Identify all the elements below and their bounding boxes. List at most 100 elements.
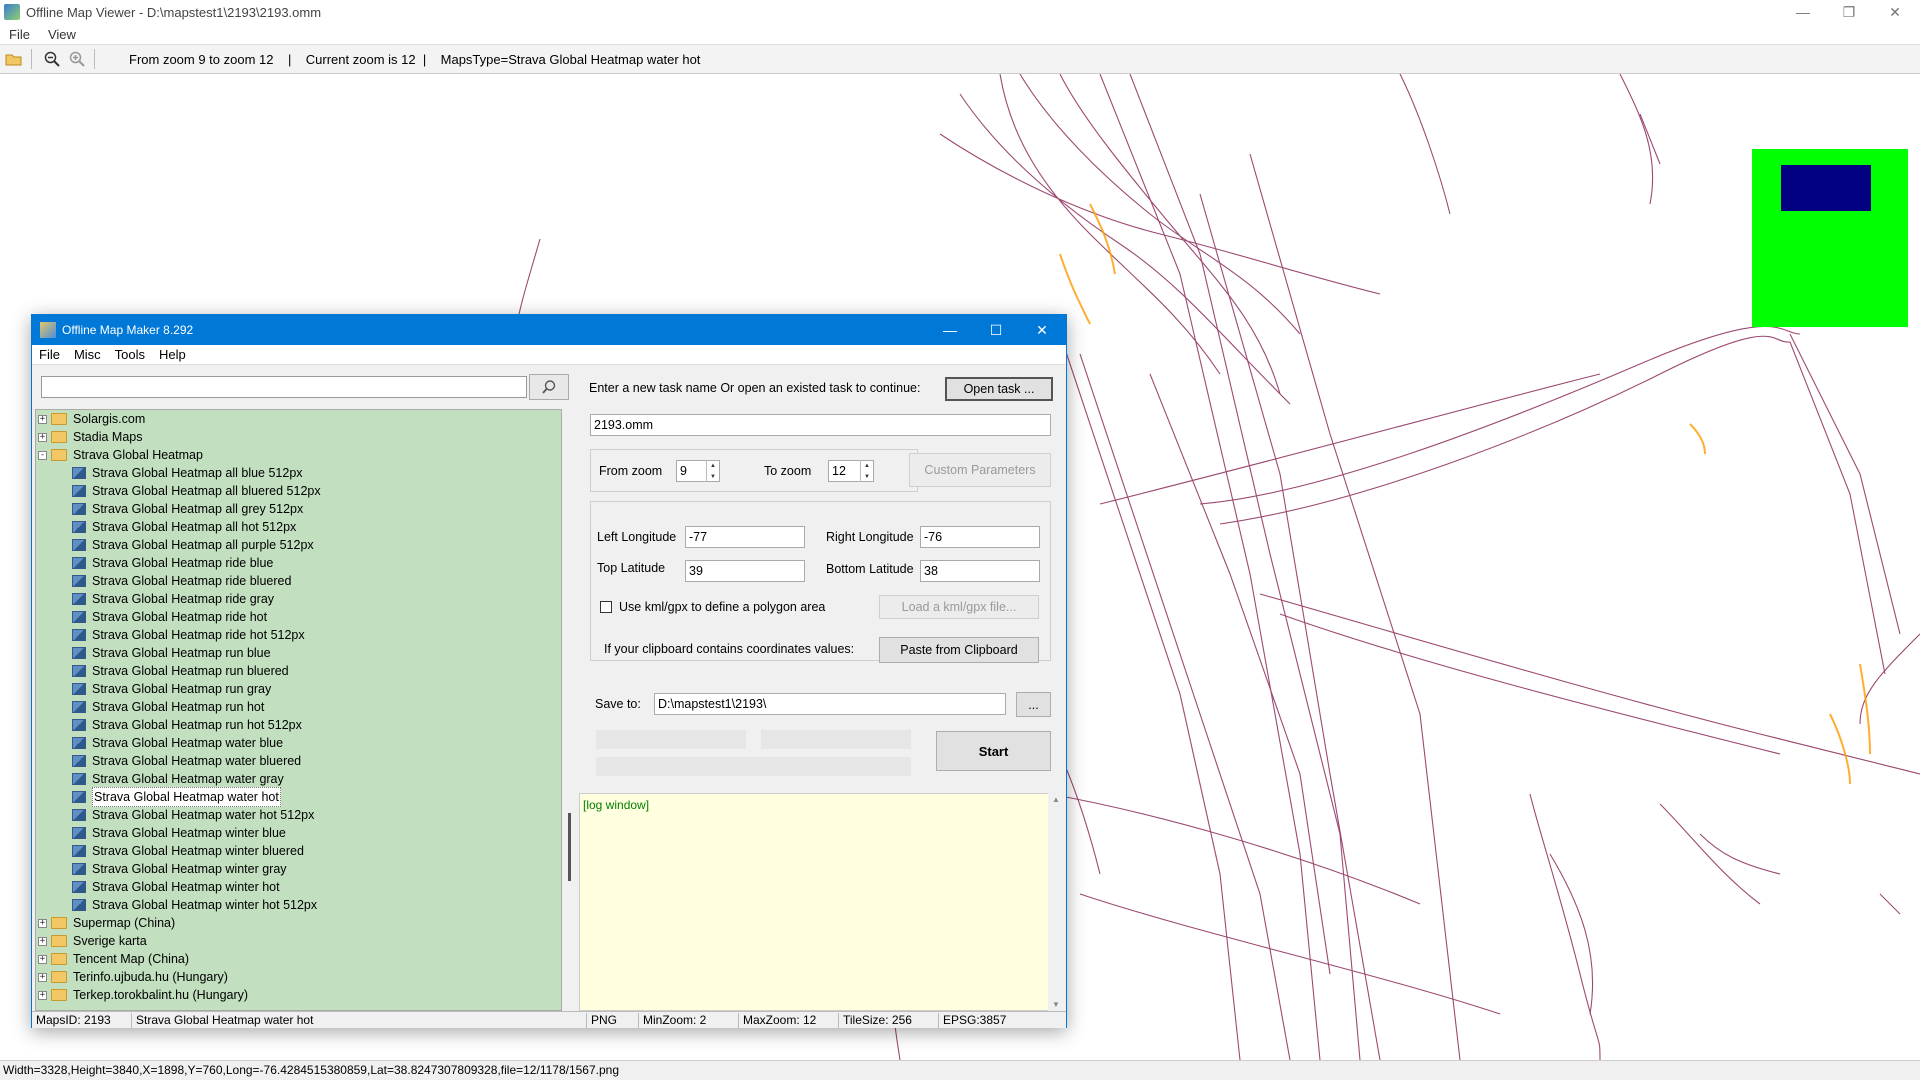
map-tile-icon xyxy=(72,683,86,695)
search-button[interactable] xyxy=(529,374,569,400)
tree-item[interactable]: Strava Global Heatmap run gray xyxy=(72,680,271,698)
progress-bar-2 xyxy=(761,730,911,749)
open-folder-icon[interactable] xyxy=(3,48,25,70)
maximize-icon[interactable]: ☐ xyxy=(973,315,1019,345)
save-path-input[interactable] xyxy=(654,693,1006,715)
tree-item[interactable]: Strava Global Heatmap winter gray xyxy=(72,860,287,878)
right-longitude-input[interactable] xyxy=(920,526,1040,548)
menu-view[interactable]: View xyxy=(39,27,85,42)
left-longitude-input[interactable] xyxy=(685,526,805,548)
status-maps-id: MapsID: 2193 xyxy=(32,1013,132,1028)
tree-item[interactable]: Strava Global Heatmap water bluered xyxy=(72,752,301,770)
tree-item[interactable]: Strava Global Heatmap run blue xyxy=(72,644,271,662)
menu-misc[interactable]: Misc xyxy=(67,347,108,362)
tree-folder[interactable]: + Stadia Maps xyxy=(38,428,142,446)
browse-button[interactable]: ... xyxy=(1016,692,1051,717)
paste-from-clipboard-button[interactable]: Paste from Clipboard xyxy=(879,637,1039,663)
tree-folder[interactable]: + Terinfo.ujbuda.hu (Hungary) xyxy=(38,968,228,986)
scroll-down-icon[interactable]: ▼ xyxy=(1048,1000,1064,1009)
tree-item[interactable]: Strava Global Heatmap water hot xyxy=(72,787,281,807)
log-window[interactable]: [log window] xyxy=(579,793,1049,1011)
expand-icon[interactable]: + xyxy=(38,936,47,946)
menu-file[interactable]: File xyxy=(32,347,67,362)
tree-folder[interactable]: + Tencent Map (China) xyxy=(38,950,189,968)
scroll-up-icon[interactable]: ▲ xyxy=(1048,795,1064,804)
expand-icon[interactable]: + xyxy=(38,918,47,928)
tree-item[interactable]: Strava Global Heatmap winter hot xyxy=(72,878,280,896)
tree-item[interactable]: Strava Global Heatmap winter bluered xyxy=(72,842,304,860)
bottom-latitude-input[interactable] xyxy=(920,560,1040,582)
down-arrow-icon[interactable]: ▼ xyxy=(861,471,873,482)
tree-item[interactable]: Strava Global Heatmap water gray xyxy=(72,770,284,788)
close-icon[interactable]: ✕ xyxy=(1872,0,1918,24)
tree-folder[interactable]: + Terkep.torokbalint.hu (Hungary) xyxy=(38,986,248,1004)
log-scrollbar[interactable]: ▲ ▼ xyxy=(1048,793,1064,1011)
status-format: PNG xyxy=(587,1013,639,1028)
zoom-in-icon[interactable] xyxy=(66,48,88,70)
search-input[interactable] xyxy=(41,376,527,398)
tree-item[interactable]: Strava Global Heatmap run hot 512px xyxy=(72,716,302,734)
tree-item[interactable]: Strava Global Heatmap ride hot xyxy=(72,608,267,626)
status-max-zoom: MaxZoom: 12 xyxy=(739,1013,839,1028)
tree-item[interactable]: Strava Global Heatmap all grey 512px xyxy=(72,500,303,518)
tree-folder[interactable]: + Sverige karta xyxy=(38,932,147,950)
menu-file[interactable]: File xyxy=(0,27,39,42)
tree-item[interactable]: Strava Global Heatmap all bluered 512px xyxy=(72,482,321,500)
tree-item-label: Strava Global Heatmap winter gray xyxy=(92,862,287,876)
tree-item[interactable]: Strava Global Heatmap all hot 512px xyxy=(72,518,296,536)
expand-icon[interactable]: + xyxy=(38,972,47,982)
tree-folder[interactable]: + Supermap (China) xyxy=(38,914,175,932)
up-arrow-icon[interactable]: ▲ xyxy=(861,460,873,471)
map-tile-icon xyxy=(72,809,86,821)
tree-item[interactable]: Strava Global Heatmap winter blue xyxy=(72,824,286,842)
minimap[interactable] xyxy=(1752,149,1908,327)
tree-item[interactable]: Strava Global Heatmap run hot xyxy=(72,698,264,716)
restore-icon[interactable]: ❐ xyxy=(1826,0,1872,24)
task-name-input[interactable] xyxy=(590,414,1051,436)
tree-item[interactable]: Strava Global Heatmap all blue 512px xyxy=(72,464,303,482)
folder-icon xyxy=(51,971,67,983)
tree-item[interactable]: Strava Global Heatmap water blue xyxy=(72,734,283,752)
to-zoom-stepper[interactable]: ▲ ▼ xyxy=(860,460,873,482)
expand-icon[interactable]: + xyxy=(38,414,47,424)
expand-icon[interactable]: + xyxy=(38,990,47,1000)
map-tile-icon xyxy=(72,845,86,857)
minimize-icon[interactable]: — xyxy=(1780,0,1826,24)
tree-item[interactable]: Strava Global Heatmap run bluered xyxy=(72,662,289,680)
custom-parameters-button[interactable]: Custom Parameters xyxy=(909,453,1051,487)
tree-item[interactable]: Strava Global Heatmap ride hot 512px xyxy=(72,626,305,644)
viewer-menubar: File View xyxy=(0,24,1920,44)
minimize-icon[interactable]: — xyxy=(927,315,973,345)
dialog-title: Offline Map Maker 8.292 xyxy=(62,323,194,337)
close-icon[interactable]: ✕ xyxy=(1019,315,1065,345)
dialog-titlebar: Offline Map Maker 8.292 — ☐ ✕ xyxy=(32,315,1066,345)
down-arrow-icon[interactable]: ▼ xyxy=(707,471,719,482)
from-zoom-stepper[interactable]: ▲ ▼ xyxy=(706,460,719,482)
tree-item-label: Strava Global Heatmap run gray xyxy=(92,682,272,696)
zoom-out-icon[interactable] xyxy=(41,48,63,70)
tree-scrollbar[interactable] xyxy=(566,409,576,1011)
start-button[interactable]: Start xyxy=(936,731,1051,771)
expand-icon[interactable]: + xyxy=(38,432,47,442)
right-longitude-label: Right Longitude xyxy=(826,530,914,544)
expand-icon[interactable]: + xyxy=(38,954,47,964)
menu-help[interactable]: Help xyxy=(152,347,193,362)
top-latitude-input[interactable] xyxy=(685,560,805,582)
map-type-tree[interactable]: + Solargis.com + Stadia Maps - Strava Global … xyxy=(35,409,562,1011)
tree-item[interactable]: Strava Global Heatmap ride bluered xyxy=(72,572,291,590)
kml-checkbox[interactable] xyxy=(600,601,612,613)
open-task-button[interactable]: Open task ... xyxy=(945,377,1053,401)
tree-item[interactable]: Strava Global Heatmap all purple 512px xyxy=(72,536,314,554)
menu-tools[interactable]: Tools xyxy=(108,347,152,362)
tree-item[interactable]: Strava Global Heatmap winter hot 512px xyxy=(72,896,317,914)
up-arrow-icon[interactable]: ▲ xyxy=(707,460,719,471)
tree-folder[interactable]: - Strava Global Heatmap xyxy=(38,446,203,464)
minimap-viewport[interactable] xyxy=(1781,165,1871,211)
tree-item[interactable]: Strava Global Heatmap water hot 512px xyxy=(72,806,314,824)
scrollbar-thumb[interactable] xyxy=(568,813,571,881)
tree-folder[interactable]: + Solargis.com xyxy=(38,410,145,428)
tree-item[interactable]: Strava Global Heatmap ride gray xyxy=(72,590,274,608)
load-kml-button[interactable]: Load a kml/gpx file... xyxy=(879,595,1039,619)
collapse-icon[interactable]: - xyxy=(38,450,47,460)
tree-item[interactable]: Strava Global Heatmap ride blue xyxy=(72,554,273,572)
